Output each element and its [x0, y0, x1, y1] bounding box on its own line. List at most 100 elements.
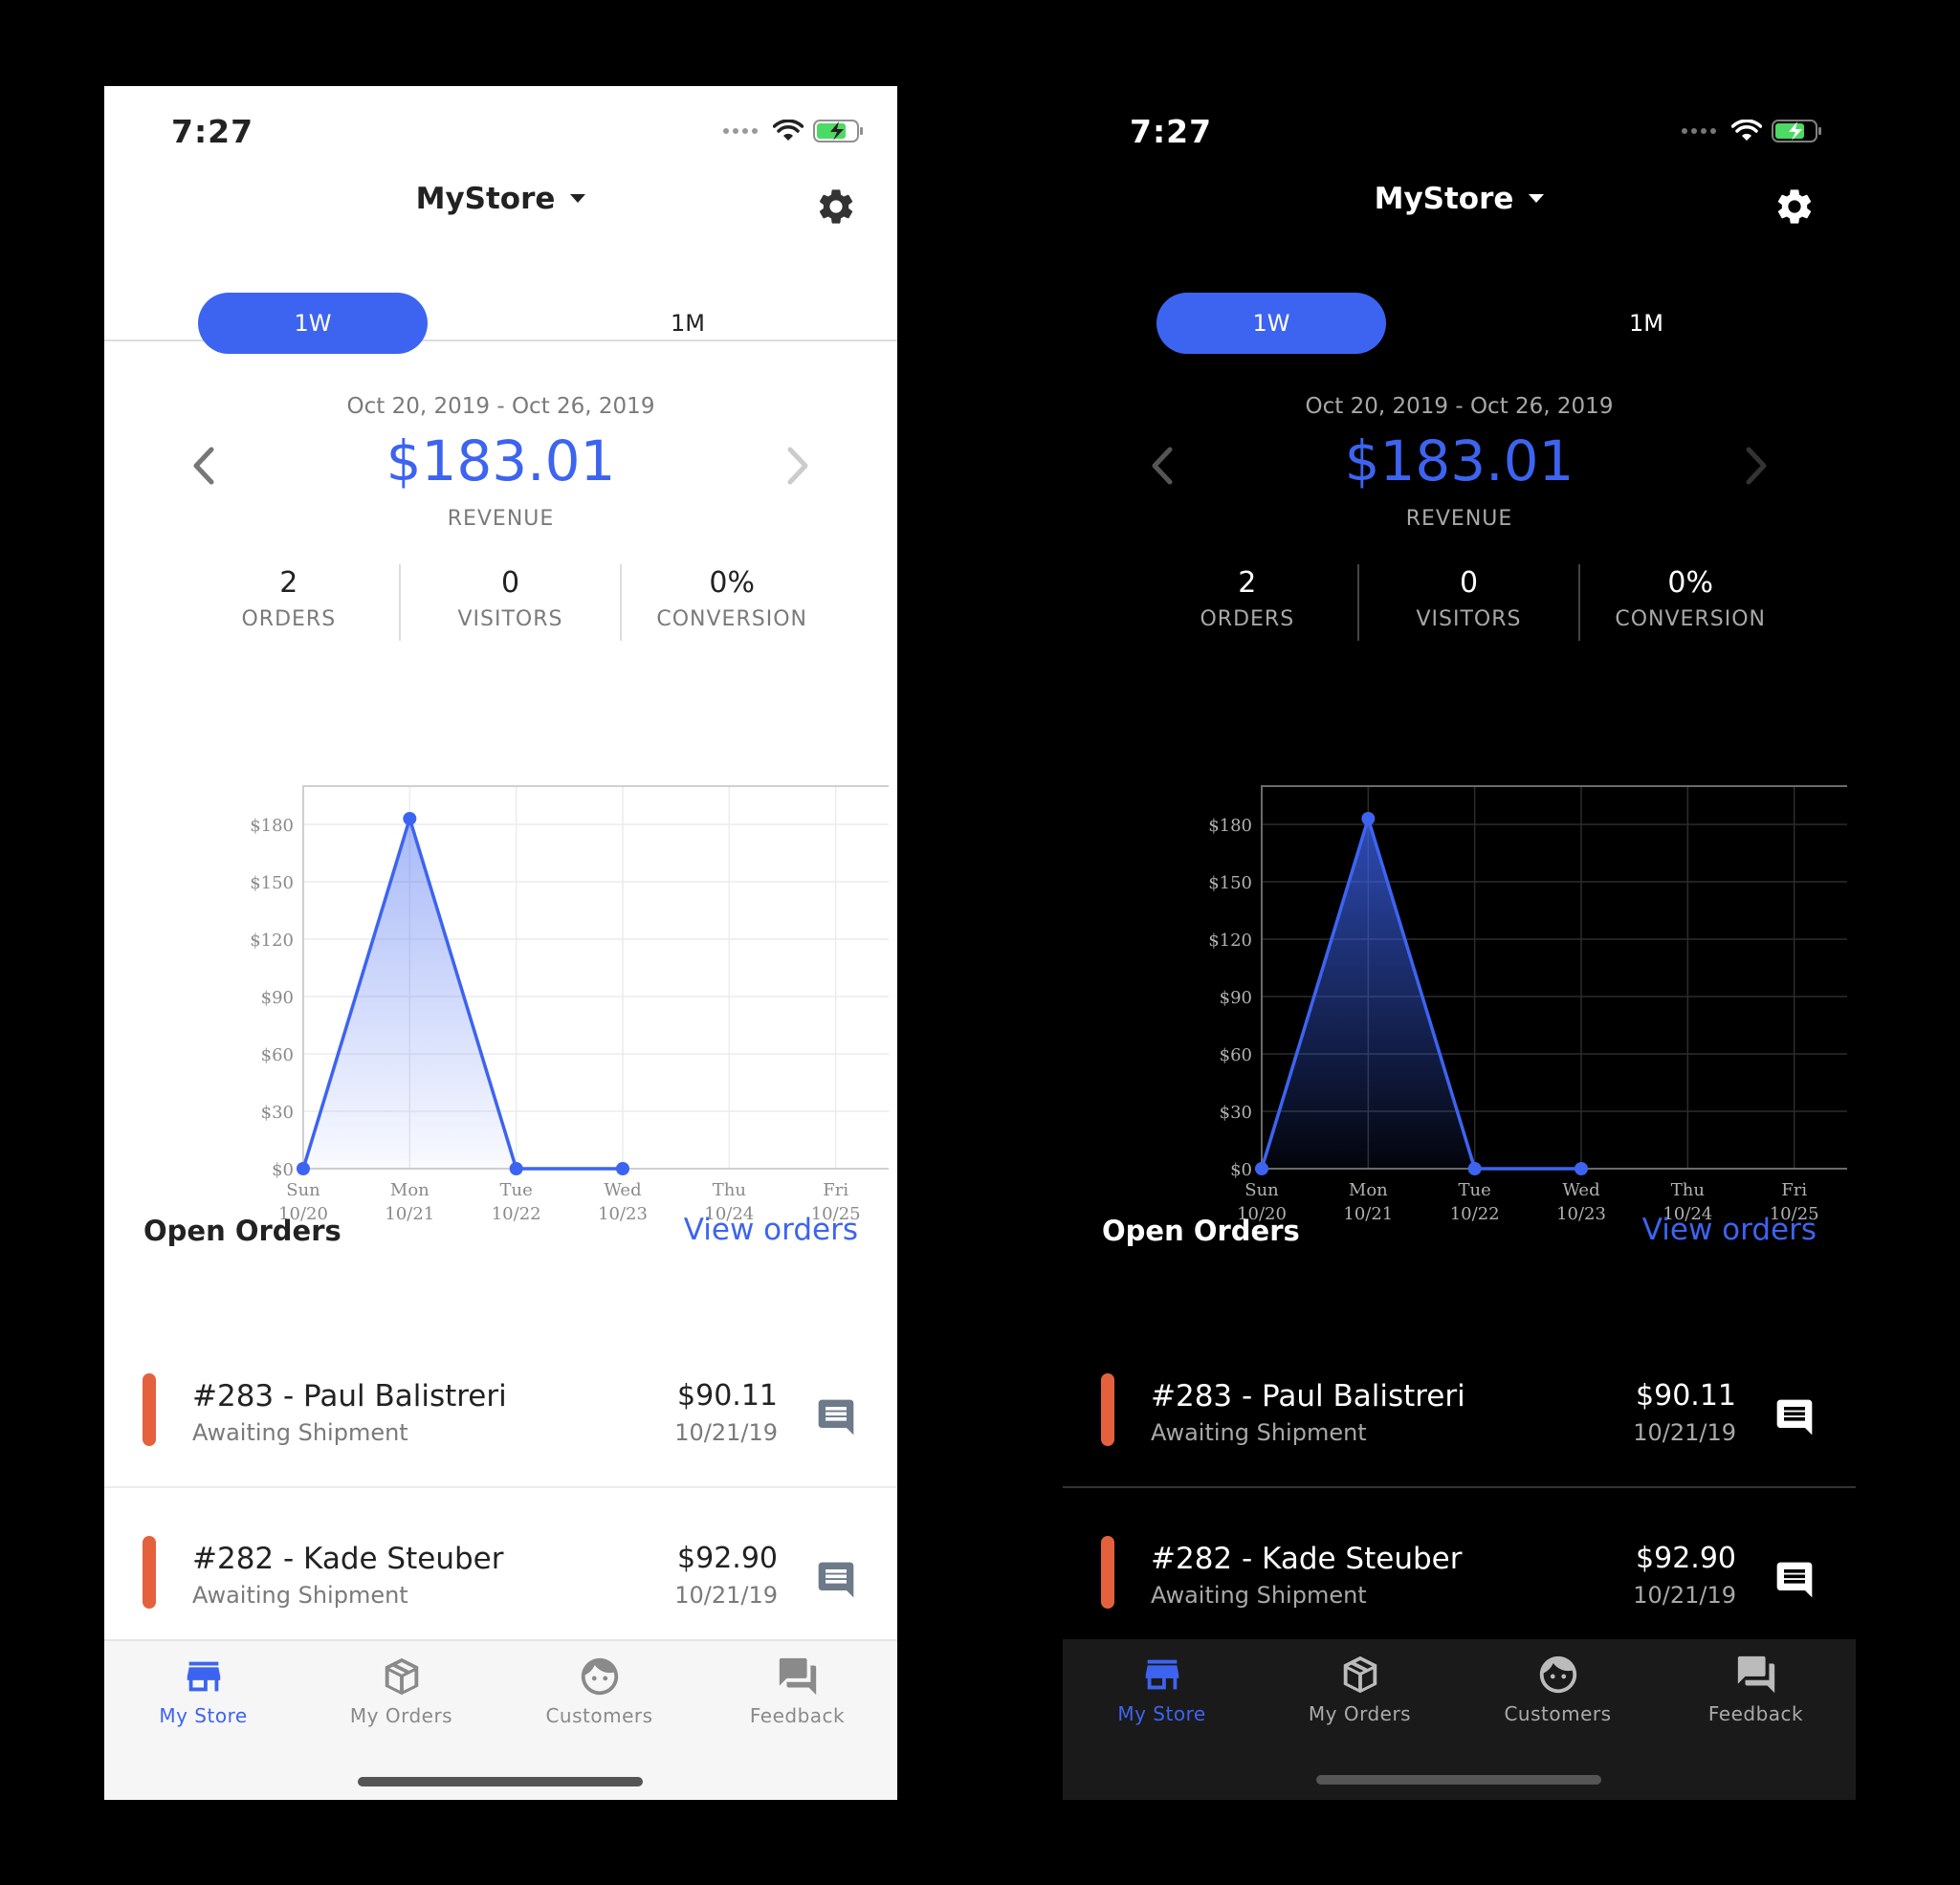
chat-icon	[779, 1657, 816, 1696]
tab-my-orders[interactable]: My Orders	[1261, 1639, 1459, 1744]
face-icon	[1539, 1655, 1576, 1694]
data-point	[403, 811, 417, 825]
chevron-right-icon[interactable]	[784, 444, 813, 488]
order-amount: $90.11	[1636, 1379, 1736, 1413]
message-icon[interactable]	[1773, 1559, 1816, 1601]
x-tick-date: 10/23	[598, 1204, 648, 1224]
y-tick-label: $60	[261, 1045, 294, 1065]
y-tick-label: $90	[261, 988, 294, 1008]
divider	[104, 1486, 897, 1488]
period-1w-button[interactable]: 1W	[1156, 293, 1386, 354]
order-status-indicator	[143, 1536, 156, 1609]
stat-value: 0%	[1667, 566, 1713, 600]
tab-customers[interactable]: Customers	[1459, 1639, 1657, 1744]
phone-light-mode: 7:27 MyStore 1W 1M Oct 20, 2019 - Oct 26…	[104, 86, 897, 1800]
order-row[interactable]: #282 - Kade Steuber Awaiting Shipment $9…	[104, 1490, 897, 1651]
order-status: Awaiting Shipment	[192, 1582, 408, 1609]
stat-label: CONVERSION	[656, 607, 807, 631]
stat-value: 2	[1238, 566, 1257, 600]
settings-gear-icon[interactable]	[815, 186, 857, 228]
signal-icon	[723, 128, 758, 134]
order-amount: $92.90	[1636, 1542, 1736, 1575]
order-row[interactable]: #283 - Paul Balistreri Awaiting Shipment…	[104, 1327, 897, 1488]
status-bar: 7:27	[104, 86, 897, 182]
order-title: #283 - Paul Balistreri	[192, 1379, 507, 1414]
period-1m-button[interactable]: 1M	[1531, 293, 1761, 354]
x-tick-day: Thu	[1671, 1180, 1705, 1200]
tab-my-orders[interactable]: My Orders	[302, 1641, 500, 1746]
x-tick-day: Sun	[1244, 1180, 1279, 1200]
x-tick-day: Fri	[1781, 1180, 1807, 1200]
home-indicator	[358, 1777, 643, 1786]
order-row[interactable]: #283 - Paul Balistreri Awaiting Shipment…	[1063, 1327, 1856, 1488]
signal-icon	[1682, 128, 1716, 134]
settings-gear-icon[interactable]	[1773, 186, 1816, 228]
order-date: 10/21/19	[674, 1419, 778, 1446]
period-1w-button[interactable]: 1W	[198, 293, 428, 354]
caret-down-icon	[1529, 194, 1545, 203]
open-orders-title: Open Orders	[1102, 1215, 1300, 1247]
tab-my-store[interactable]: My Store	[104, 1641, 302, 1746]
order-row[interactable]: #282 - Kade Steuber Awaiting Shipment $9…	[1063, 1490, 1856, 1651]
y-tick-label: $180	[250, 816, 294, 836]
store-icon	[1145, 1659, 1178, 1690]
tab-label: My Orders	[1308, 1702, 1412, 1725]
stat-label: CONVERSION	[1615, 607, 1766, 631]
date-range: Oct 20, 2019 - Oct 26, 2019	[1305, 394, 1614, 419]
data-point	[297, 1162, 310, 1175]
status-time: 7:27	[1130, 113, 1213, 150]
status-icons	[1682, 119, 1823, 143]
stat-label: ORDERS	[1200, 607, 1295, 631]
store-switcher[interactable]: MyStore	[104, 182, 897, 216]
x-tick-day: Mon	[390, 1180, 429, 1200]
view-orders-link[interactable]: View orders	[1642, 1213, 1817, 1247]
tab-feedback[interactable]: Feedback	[698, 1641, 896, 1746]
tab-customers[interactable]: Customers	[500, 1641, 698, 1746]
x-tick-date: 10/22	[1450, 1204, 1500, 1224]
y-tick-label: $0	[1230, 1160, 1252, 1180]
order-status: Awaiting Shipment	[192, 1419, 408, 1446]
stat-label: ORDERS	[241, 607, 337, 631]
period-segmented-control: 1W 1M	[104, 293, 897, 354]
stats-row: 2 ORDERS 0 VISITORS 0% CONVERSION	[179, 564, 842, 641]
period-segmented-control: 1W 1M	[1063, 293, 1856, 354]
chevron-right-icon[interactable]	[1743, 444, 1772, 488]
stats-row: 2 ORDERS 0 VISITORS 0% CONVERSION	[1137, 564, 1800, 641]
store-icon	[187, 1661, 220, 1692]
stat-conversion: 0% CONVERSION	[620, 564, 842, 641]
tab-feedback[interactable]: Feedback	[1657, 1639, 1855, 1744]
x-tick-date: 10/21	[1343, 1204, 1393, 1224]
message-icon[interactable]	[1773, 1396, 1816, 1438]
x-tick-day: Wed	[1562, 1180, 1599, 1200]
data-point	[1467, 1162, 1482, 1175]
order-status: Awaiting Shipment	[1151, 1419, 1367, 1446]
tab-label: My Store	[159, 1704, 248, 1727]
y-tick-label: $150	[1208, 873, 1252, 893]
stat-value: 0	[1459, 566, 1479, 600]
data-point	[616, 1162, 629, 1175]
period-1m-button[interactable]: 1M	[573, 293, 803, 354]
stat-value: 0%	[709, 566, 755, 600]
x-tick-date: 10/21	[385, 1204, 434, 1224]
revenue-label: REVENUE	[1405, 507, 1513, 531]
order-date: 10/21/19	[1633, 1582, 1736, 1609]
status-time: 7:27	[171, 113, 254, 150]
store-switcher[interactable]: MyStore	[1063, 182, 1856, 216]
order-title: #283 - Paul Balistreri	[1151, 1379, 1465, 1414]
chat-icon	[1737, 1655, 1774, 1694]
view-orders-link[interactable]: View orders	[684, 1213, 858, 1247]
message-icon[interactable]	[815, 1396, 857, 1438]
home-indicator	[1316, 1775, 1601, 1785]
x-tick-day: Wed	[604, 1180, 641, 1200]
store-name: MyStore	[1374, 182, 1514, 216]
phone-dark-mode: 7:27 MyStore 1W 1M Oct 20, 2019 - Oct 26…	[1063, 86, 1856, 1800]
tab-label: My Store	[1117, 1702, 1206, 1725]
y-tick-label: $90	[1220, 988, 1252, 1008]
data-point	[1361, 811, 1376, 825]
tab-my-store[interactable]: My Store	[1063, 1639, 1261, 1744]
stat-label: VISITORS	[1416, 607, 1522, 631]
tab-label: Feedback	[749, 1704, 846, 1727]
message-icon[interactable]	[815, 1559, 857, 1601]
order-date: 10/21/19	[1633, 1419, 1736, 1446]
x-tick-day: Sun	[286, 1180, 320, 1200]
